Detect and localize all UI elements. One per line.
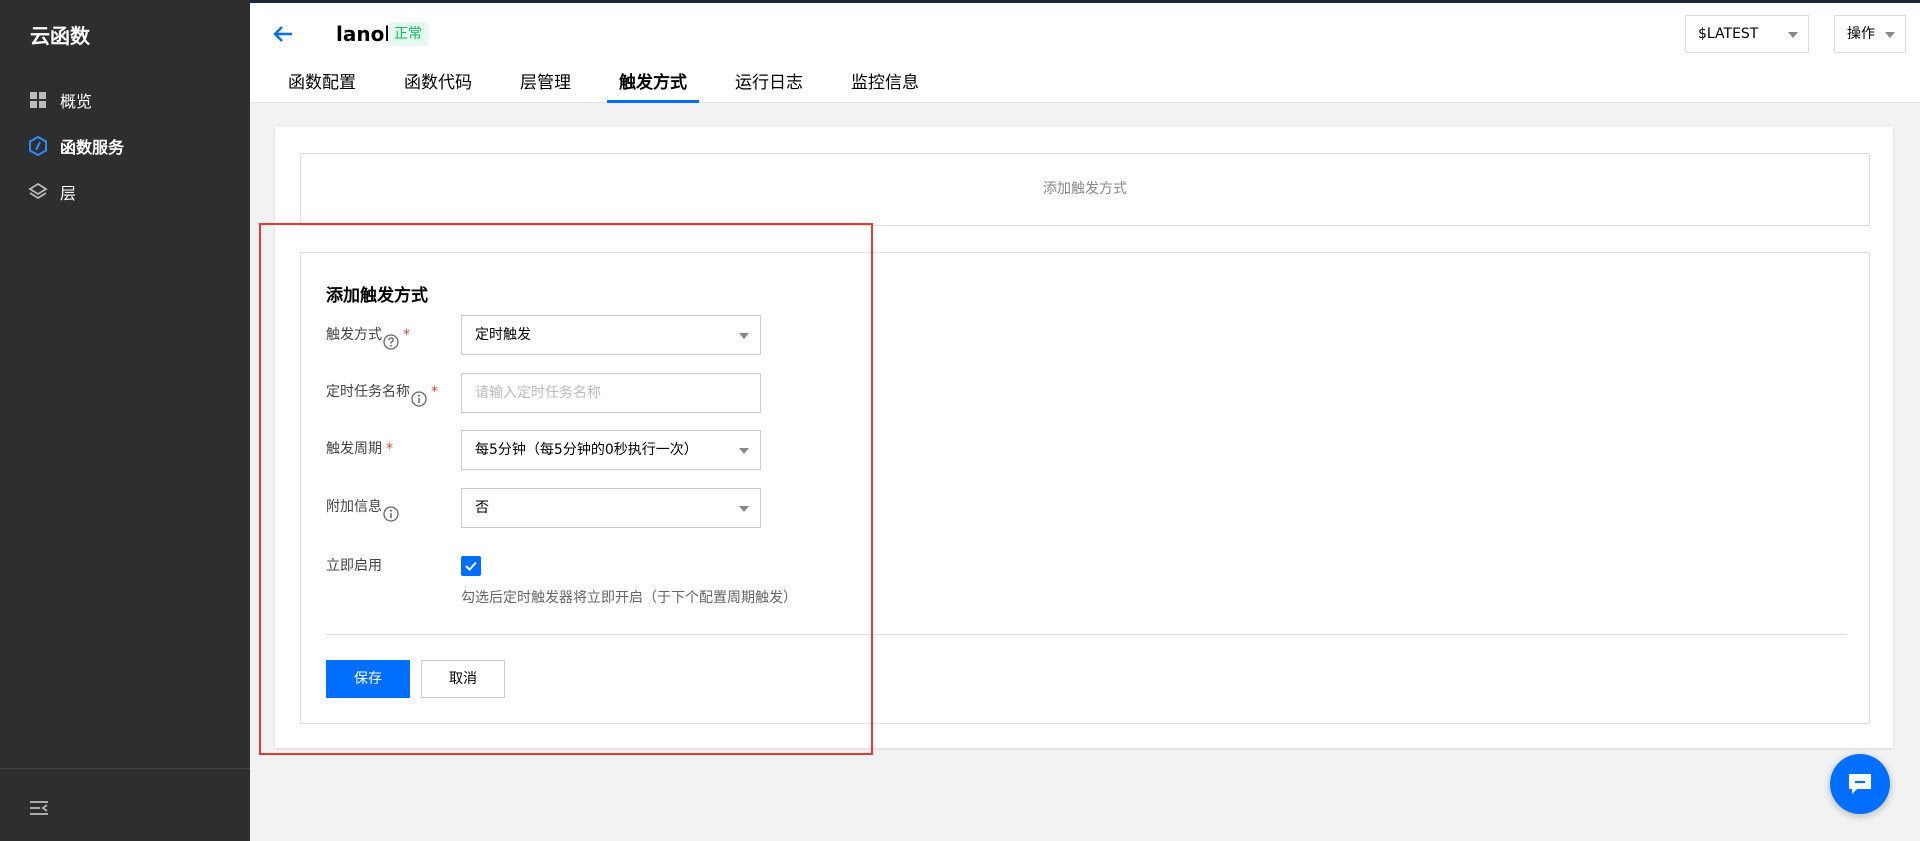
info-icon[interactable]	[383, 499, 399, 522]
info-icon[interactable]	[411, 384, 427, 407]
operations-label: 操作	[1847, 26, 1875, 42]
sidebar: 云函数 概览 函数服务 层	[0, 0, 250, 841]
tab-trigger[interactable]: 触发方式	[607, 65, 699, 103]
sidebar-item-functions[interactable]: 函数服务	[28, 131, 124, 161]
sidebar-item-label: 函数服务	[60, 138, 125, 157]
operations-dropdown[interactable]: 操作	[1834, 15, 1906, 53]
required-mark: *	[431, 384, 438, 400]
trigger-card: 添加触发方式 添加触发方式 触发方式 * 定时触发 定时任务名称 * 请输入定时…	[275, 127, 1893, 748]
tab-bar: 函数配置 函数代码 层管理 触发方式 运行日志 监控信息	[276, 65, 955, 103]
chevron-down-icon	[739, 448, 749, 454]
trigger-period-select[interactable]: 每5分钟（每5分钟的0秒执行一次）	[461, 430, 761, 470]
tab-monitoring[interactable]: 监控信息	[839, 65, 931, 103]
tab-layer-management[interactable]: 层管理	[508, 65, 583, 103]
task-name-label: 定时任务名称 *	[326, 373, 438, 411]
back-arrow-icon[interactable]	[270, 21, 296, 47]
function-icon	[28, 136, 48, 156]
version-value: $LATEST	[1698, 26, 1759, 42]
enable-now-checkbox[interactable]	[461, 556, 481, 576]
trigger-type-value: 定时触发	[475, 327, 531, 343]
trigger-period-value: 每5分钟（每5分钟的0秒执行一次）	[475, 442, 698, 458]
sidebar-divider	[0, 768, 250, 769]
tab-function-code[interactable]: 函数代码	[392, 65, 484, 103]
form-divider	[326, 634, 1846, 635]
form-title: 添加触发方式	[326, 286, 428, 306]
cancel-button[interactable]: 取消	[421, 660, 505, 698]
tab-function-config[interactable]: 函数配置	[276, 65, 368, 103]
collapse-menu-icon[interactable]	[28, 797, 50, 819]
chevron-down-icon	[1885, 32, 1895, 38]
field-label: 附加信息	[326, 499, 382, 515]
field-label: 触发周期	[326, 441, 382, 457]
task-name-input[interactable]: 请输入定时任务名称	[461, 373, 761, 413]
extra-info-label: 附加信息	[326, 488, 399, 526]
trigger-period-label: 触发周期 *	[326, 430, 393, 468]
chat-button[interactable]	[1830, 754, 1890, 814]
chevron-down-icon	[739, 333, 749, 339]
trigger-type-label: 触发方式 *	[326, 316, 410, 354]
chevron-down-icon	[1788, 32, 1798, 38]
check-icon	[465, 561, 477, 571]
layers-icon	[28, 182, 48, 202]
app-title: 云函数	[30, 24, 90, 48]
trigger-type-select[interactable]: 定时触发	[461, 315, 761, 355]
extra-info-select[interactable]: 否	[461, 488, 761, 528]
version-select[interactable]: $LATEST	[1685, 15, 1809, 53]
save-button[interactable]: 保存	[326, 660, 410, 698]
function-name: lanol	[336, 22, 392, 46]
chevron-down-icon	[739, 506, 749, 512]
enable-now-label: 立即启用	[326, 558, 382, 574]
chat-icon	[1849, 774, 1871, 794]
field-label: 触发方式	[326, 327, 382, 343]
sidebar-item-overview[interactable]: 概览	[28, 85, 92, 115]
add-trigger-form: 添加触发方式 触发方式 * 定时触发 定时任务名称 * 请输入定时任务名称 触发…	[300, 252, 1870, 724]
extra-info-value: 否	[475, 500, 489, 516]
add-trigger-button[interactable]: 添加触发方式	[300, 153, 1870, 226]
question-icon[interactable]	[383, 327, 399, 350]
grid-icon	[28, 90, 48, 110]
sidebar-item-label: 层	[60, 184, 77, 203]
enable-now-hint: 勾选后定时触发器将立即开启（于下个配置周期触发）	[461, 590, 797, 606]
sidebar-item-label: 概览	[60, 92, 93, 111]
sidebar-item-layers[interactable]: 层	[28, 177, 76, 207]
required-mark: *	[403, 327, 410, 343]
status-badge: 正常	[388, 22, 428, 46]
required-mark: *	[386, 441, 393, 457]
tab-run-logs[interactable]: 运行日志	[723, 65, 815, 103]
field-label: 定时任务名称	[326, 384, 410, 400]
page-header: lanol 正常 函数配置 函数代码 层管理 触发方式 运行日志 监控信息 $L…	[250, 3, 1920, 103]
